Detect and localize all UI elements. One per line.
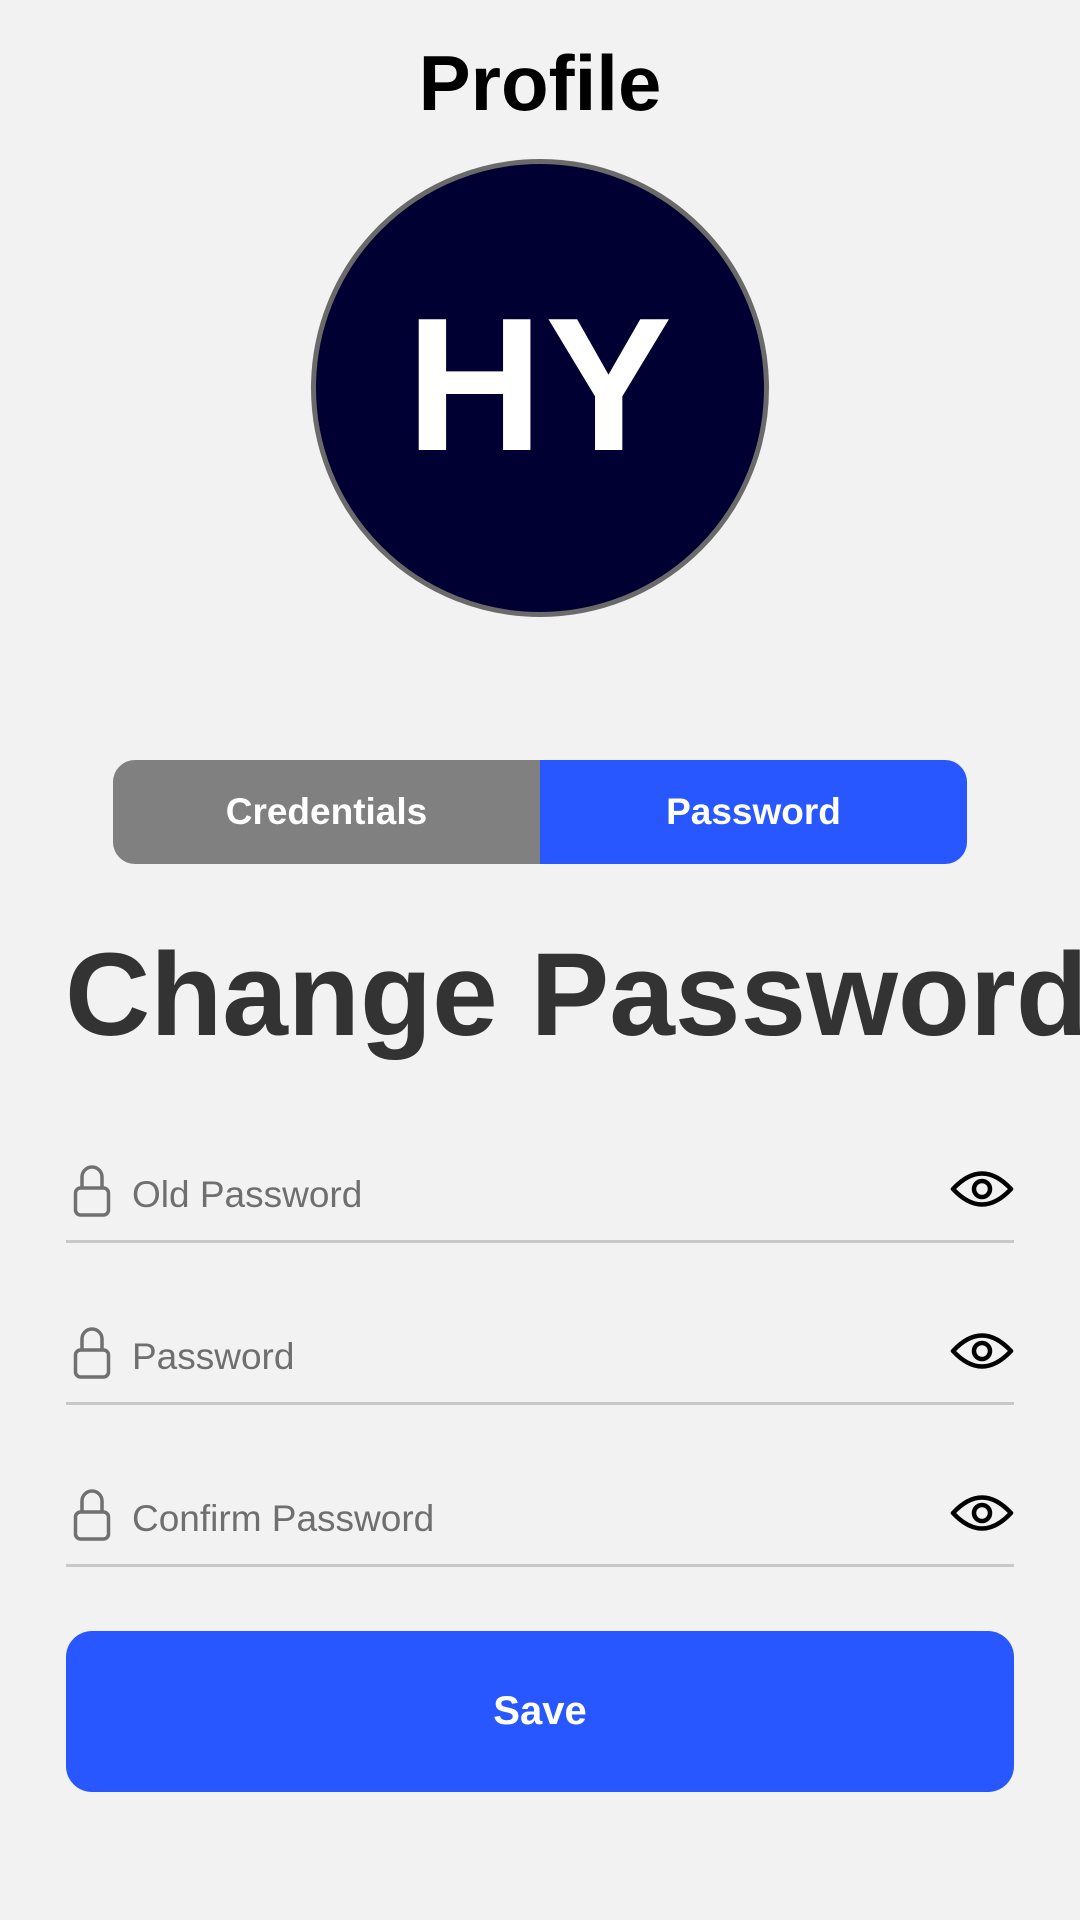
old-password-input[interactable] bbox=[132, 1170, 892, 1220]
tab-password[interactable]: Password bbox=[540, 760, 967, 864]
lock-icon bbox=[73, 1165, 111, 1217]
old-password-field bbox=[66, 1130, 1014, 1243]
lock-icon bbox=[73, 1327, 111, 1379]
eye-icon[interactable] bbox=[950, 1330, 1014, 1372]
password-input[interactable] bbox=[132, 1332, 892, 1382]
page-title: Profile bbox=[418, 39, 662, 127]
confirm-password-field bbox=[66, 1454, 1014, 1567]
change-password-title: Change Password bbox=[65, 929, 1080, 1061]
eye-icon[interactable] bbox=[950, 1168, 1014, 1210]
eye-icon[interactable] bbox=[950, 1492, 1014, 1534]
tab-bar: Credentials Password bbox=[113, 760, 967, 864]
tab-credentials[interactable]: Credentials bbox=[113, 760, 540, 864]
avatar: HY bbox=[311, 159, 769, 617]
lock-icon bbox=[73, 1489, 111, 1541]
avatar-initials: HY bbox=[406, 279, 674, 491]
save-button[interactable]: Save bbox=[66, 1631, 1014, 1792]
password-field bbox=[66, 1292, 1014, 1405]
confirm-password-input[interactable] bbox=[132, 1494, 892, 1544]
